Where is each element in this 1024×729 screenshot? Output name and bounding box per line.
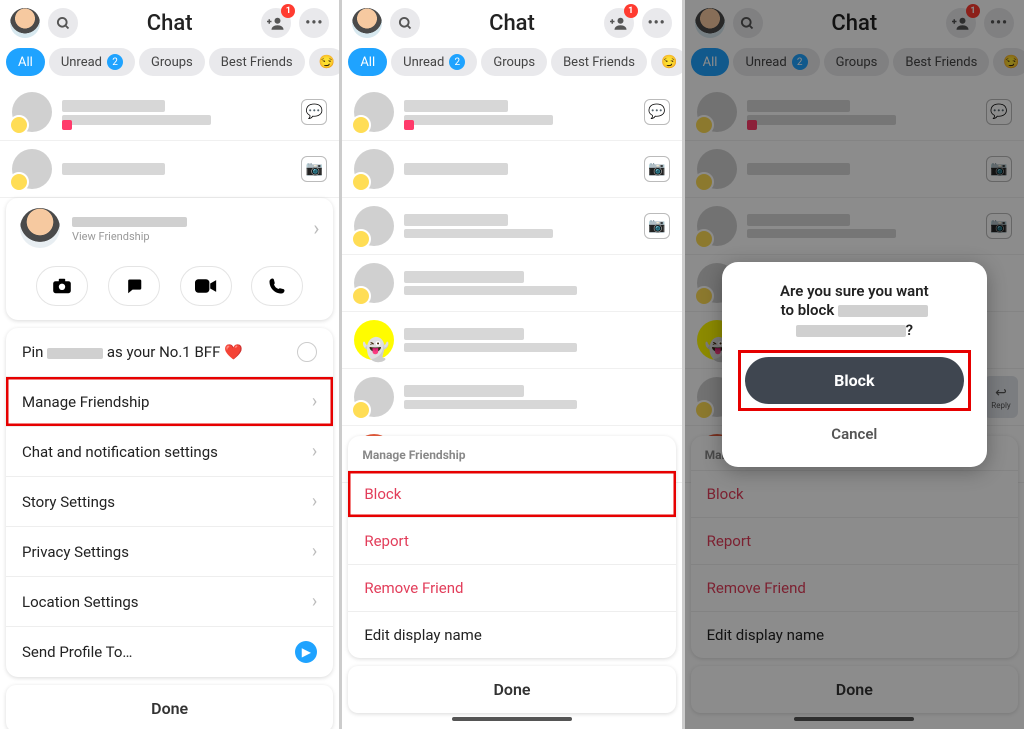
search-icon (56, 16, 71, 31)
add-friend-button[interactable]: 1 (261, 8, 291, 38)
cancel-button[interactable]: Cancel (738, 415, 971, 453)
radio-empty-icon (297, 342, 317, 362)
badge: 1 (281, 4, 295, 18)
chevron-right-icon: › (313, 216, 319, 240)
search-button[interactable] (48, 8, 78, 38)
chevron-right-icon: › (312, 391, 317, 412)
chip-groups[interactable]: Groups (139, 48, 205, 76)
add-friend-icon (610, 16, 628, 30)
modal-scrim[interactable]: Are you sure you want to block ? Block C… (685, 0, 1024, 729)
block-confirm-button[interactable]: Block (745, 357, 964, 404)
header: Chat 1 ••• (0, 0, 339, 44)
modal-message: Are you sure you want to block ? (738, 282, 971, 341)
page-title: Chat (428, 11, 595, 36)
add-friend-button[interactable]: 1 (604, 8, 634, 38)
option-block[interactable]: Block (348, 470, 675, 517)
chat-row[interactable]: 💬 (0, 84, 339, 141)
option-location-settings[interactable]: Location Settings › (6, 576, 333, 626)
option-manage-friendship[interactable]: Manage Friendship › (6, 376, 333, 426)
option-pin-bff[interactable]: Pin as your No.1 BFF ❤️ (6, 328, 333, 376)
header: Chat 1 ••• (342, 0, 681, 44)
video-button[interactable] (180, 266, 232, 306)
chat-action-icon[interactable]: 💬 (301, 99, 327, 125)
home-indicator (452, 717, 572, 721)
avatar (12, 149, 52, 189)
screen-1: Chat 1 ••• All Unread2 Groups Best Frien… (0, 0, 339, 729)
chip-all[interactable]: All (348, 48, 387, 76)
chat-row[interactable]: 📷 (0, 141, 339, 198)
friend-avatar (20, 208, 60, 248)
page-title: Chat (86, 11, 253, 36)
avatar (12, 92, 52, 132)
sheet-title: Manage Friendship (348, 436, 675, 470)
option-chat-notif[interactable]: Chat and notification settings › (6, 426, 333, 476)
screen-2: Chat 1 ••• All Unread2 Groups Best Frien… (342, 0, 681, 729)
option-privacy-settings[interactable]: Privacy Settings › (6, 526, 333, 576)
done-button[interactable]: Done (348, 666, 675, 713)
block-confirm-modal: Are you sure you want to block ? Block C… (722, 262, 987, 468)
my-avatar[interactable] (10, 8, 40, 38)
profile-sheet: View Friendship › Pin as your No.1 BFF ❤… (0, 198, 339, 729)
chip-best-friends[interactable]: Best Friends (209, 48, 305, 76)
phone-icon (268, 277, 286, 295)
option-story-settings[interactable]: Story Settings › (6, 476, 333, 526)
chat-row[interactable] (342, 369, 681, 426)
chat-row[interactable]: 📷 (342, 141, 681, 198)
more-button[interactable]: ••• (642, 8, 672, 38)
more-button[interactable]: ••• (299, 8, 329, 38)
chat-button[interactable] (108, 266, 160, 306)
highlight-box: Block (738, 350, 971, 411)
option-send-profile[interactable]: Send Profile To… ▶ (6, 626, 333, 677)
view-friendship-label: View Friendship (72, 230, 301, 243)
camera-icon (52, 278, 72, 294)
quick-actions (6, 258, 333, 320)
filter-chips: All Unread2 Groups Best Friends 😏 N (0, 44, 339, 84)
option-remove-friend[interactable]: Remove Friend (348, 564, 675, 611)
chevron-right-icon: › (312, 591, 317, 612)
chat-icon (125, 278, 143, 294)
chat-row[interactable] (342, 255, 681, 312)
chevron-right-icon: › (312, 491, 317, 512)
add-friend-icon (267, 16, 285, 30)
filter-chips: All Unread2 Groups Best Friends 😏 N (342, 44, 681, 84)
chip-all[interactable]: All (6, 48, 45, 76)
search-icon (398, 16, 413, 31)
screen-3: Chat 1 ••• All Unread2 Groups Best Frien… (685, 0, 1024, 729)
badge: 1 (624, 4, 638, 18)
profile-header[interactable]: View Friendship › (6, 198, 333, 258)
chip-unread[interactable]: Unread2 (49, 48, 135, 76)
option-edit-display-name[interactable]: Edit display name (348, 611, 675, 658)
camera-action-icon[interactable]: 📷 (644, 156, 670, 182)
chevron-right-icon: › (312, 441, 317, 462)
my-avatar[interactable] (352, 8, 382, 38)
chat-row[interactable] (342, 312, 681, 369)
chevron-right-icon: › (312, 541, 317, 562)
chip-groups[interactable]: Groups (481, 48, 547, 76)
chat-row[interactable]: 💬 (342, 84, 681, 141)
camera-button[interactable] (36, 266, 88, 306)
video-icon (195, 279, 217, 293)
chip-best-friends[interactable]: Best Friends (551, 48, 647, 76)
chat-row[interactable]: 📷 (342, 198, 681, 255)
ellipsis-icon: ••• (648, 15, 666, 31)
send-icon: ▶ (295, 641, 317, 663)
manage-friendship-sheet: Manage Friendship Block Report Remove Fr… (342, 436, 681, 729)
camera-action-icon[interactable]: 📷 (301, 156, 327, 182)
search-button[interactable] (390, 8, 420, 38)
chat-action-icon[interactable]: 💬 (644, 99, 670, 125)
call-button[interactable] (251, 266, 303, 306)
chip-emoji[interactable]: 😏 (309, 48, 340, 76)
ellipsis-icon: ••• (305, 15, 323, 31)
chip-emoji[interactable]: 😏 (651, 48, 682, 76)
done-button[interactable]: Done (6, 685, 333, 729)
chip-unread[interactable]: Unread2 (391, 48, 477, 76)
option-report[interactable]: Report (348, 517, 675, 564)
